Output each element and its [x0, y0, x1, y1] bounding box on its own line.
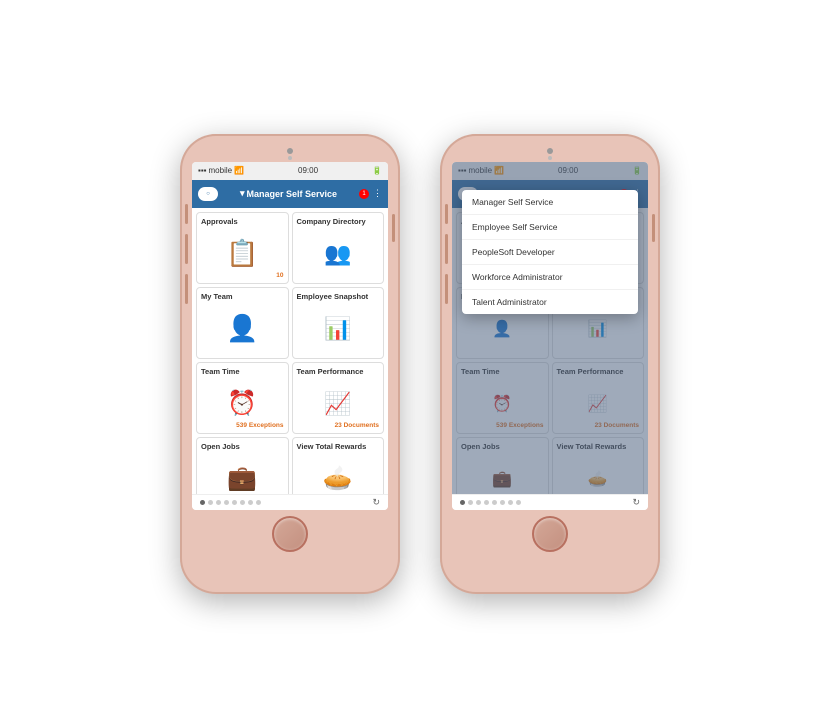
dropdown-item-peoplesoft-developer[interactable]: PeopleSoft Developer — [462, 240, 638, 265]
status-bar-1: ▪▪▪ mobile 📶 09:00 🔋 — [192, 162, 388, 180]
dot-0 — [200, 500, 205, 505]
team-icon: 👤 — [226, 313, 258, 344]
approvals-badge: 10 — [276, 272, 283, 279]
navigation-dropdown[interactable]: Manager Self Service Employee Self Servi… — [462, 190, 638, 314]
volume-down-button — [185, 274, 188, 304]
dot-2-4 — [492, 500, 497, 505]
dropdown-item-employee-self-service[interactable]: Employee Self Service — [462, 215, 638, 240]
notification-badge-1[interactable]: 1 — [359, 189, 369, 199]
performance-badge: 23 Documents — [335, 422, 379, 429]
team-time-badge: 539 Exceptions — [236, 422, 283, 429]
phone-bottom-1 — [190, 510, 390, 554]
dot-2-3 — [484, 500, 489, 505]
dot-4 — [232, 500, 237, 505]
tile-team-icon-area: 👤 — [201, 304, 284, 354]
tile-snapshot-title: Employee Snapshot — [297, 292, 369, 301]
time-label: 09:00 — [298, 166, 318, 175]
tile-approvals-title: Approvals — [201, 217, 238, 226]
dot-6 — [248, 500, 253, 505]
tile-open-jobs-title: Open Jobs — [201, 442, 240, 451]
status-right: 🔋 — [372, 166, 382, 175]
rewards-icon: 🥧 — [323, 464, 353, 493]
tile-my-team[interactable]: My Team 👤 — [196, 287, 289, 359]
volume-up-button — [185, 234, 188, 264]
dot-2-7 — [516, 500, 521, 505]
dot-2-0 — [460, 500, 465, 505]
performance-icon: 📈 — [324, 391, 351, 417]
header-icons-1: 1 ⋮ — [359, 188, 382, 199]
volume-up-button-2 — [445, 234, 448, 264]
app-grid-1: Approvals 📋 10 Company Directory 👥 My Te… — [192, 208, 388, 494]
home-button-1[interactable] — [272, 516, 308, 552]
front-camera — [287, 148, 293, 154]
wifi-icon: 📶 — [234, 166, 244, 175]
phone-bottom-2 — [450, 510, 650, 554]
home-button-2[interactable] — [532, 516, 568, 552]
silent-button — [185, 204, 188, 224]
dot-2-6 — [508, 500, 513, 505]
dot-5 — [240, 500, 245, 505]
dropdown-arrow-icon: ▾ — [240, 188, 245, 199]
dot-2-1 — [468, 500, 473, 505]
dot-2-5 — [500, 500, 505, 505]
phone-top — [190, 144, 390, 162]
tile-approvals-icon-area: 📋 — [201, 229, 284, 279]
tile-jobs-icon-area: 💼 — [201, 454, 284, 494]
battery-icon: 🔋 — [372, 166, 382, 175]
dropdown-item-talent-admin[interactable]: Talent Administrator — [462, 290, 638, 314]
tile-total-rewards[interactable]: View Total Rewards 🥧 — [292, 437, 385, 494]
dot-3 — [224, 500, 229, 505]
tile-company-directory-title: Company Directory — [297, 217, 366, 226]
speaker — [288, 156, 292, 160]
power-button — [392, 214, 395, 242]
tile-rewards-title: View Total Rewards — [297, 442, 367, 451]
phone-screen-1: ▪▪▪ mobile 📶 09:00 🔋 ○ ▾ Manager Self Se… — [192, 162, 388, 510]
app-header-1: ○ ▾ Manager Self Service 1 ⋮ — [192, 180, 388, 208]
signal-icon: ▪▪▪ — [198, 166, 207, 175]
dropdown-item-workforce-admin[interactable]: Workforce Administrator — [462, 265, 638, 290]
silent-button-2 — [445, 204, 448, 224]
tile-performance-title: Team Performance — [297, 367, 364, 376]
phone-screen-2: ▪▪▪ mobile 📶 09:00 🔋 ○ ▾ Manager Self Se… — [452, 162, 648, 510]
refresh-icon[interactable]: ↻ — [372, 497, 380, 508]
header-title-1: ▾ Manager Self Service — [240, 188, 337, 199]
tile-employee-snapshot[interactable]: Employee Snapshot 📊 — [292, 287, 385, 359]
power-button-2 — [652, 214, 655, 242]
page-dots-1: ↻ — [192, 494, 388, 510]
tile-team-time-title: Team Time — [201, 367, 240, 376]
phone-top-2 — [450, 144, 650, 162]
snapshot-icon: 📊 — [324, 316, 351, 342]
dots-row-2 — [460, 500, 521, 505]
tile-my-team-title: My Team — [201, 292, 233, 301]
team-time-icon: ⏰ — [227, 389, 257, 418]
dot-2 — [216, 500, 221, 505]
front-camera-2 — [547, 148, 553, 154]
jobs-icon: 💼 — [227, 464, 257, 493]
dot-1 — [208, 500, 213, 505]
tile-rewards-icon-area: 🥧 — [297, 454, 380, 494]
dot-7 — [256, 500, 261, 505]
dropdown-item-manager[interactable]: Manager Self Service — [462, 190, 638, 215]
tile-snapshot-icon-area: 📊 — [297, 304, 380, 354]
carrier-label: mobile — [209, 166, 233, 175]
tile-company-directory[interactable]: Company Directory 👥 — [292, 212, 385, 284]
tile-team-time[interactable]: Team Time ⏰ 539 Exceptions — [196, 362, 289, 434]
phone-1: ▪▪▪ mobile 📶 09:00 🔋 ○ ▾ Manager Self Se… — [180, 134, 400, 594]
approvals-icon: 📋 — [226, 238, 258, 269]
directory-icon: 👥 — [324, 241, 351, 267]
menu-icon[interactable]: ⋮ — [373, 188, 382, 199]
tile-directory-icon-area: 👥 — [297, 229, 380, 279]
phone-2: ▪▪▪ mobile 📶 09:00 🔋 ○ ▾ Manager Self Se… — [440, 134, 660, 594]
speaker-2 — [548, 156, 552, 160]
tile-open-jobs[interactable]: Open Jobs 💼 0 — [196, 437, 289, 494]
page-dots-2: ↻ — [452, 494, 648, 510]
dot-2-2 — [476, 500, 481, 505]
dots-row-1 — [200, 500, 261, 505]
volume-down-button-2 — [445, 274, 448, 304]
app-logo: ○ — [198, 187, 218, 201]
tile-team-performance[interactable]: Team Performance 📈 23 Documents — [292, 362, 385, 434]
refresh-icon-2[interactable]: ↻ — [632, 497, 640, 508]
tile-approvals[interactable]: Approvals 📋 10 — [196, 212, 289, 284]
status-left: ▪▪▪ mobile 📶 — [198, 166, 244, 175]
